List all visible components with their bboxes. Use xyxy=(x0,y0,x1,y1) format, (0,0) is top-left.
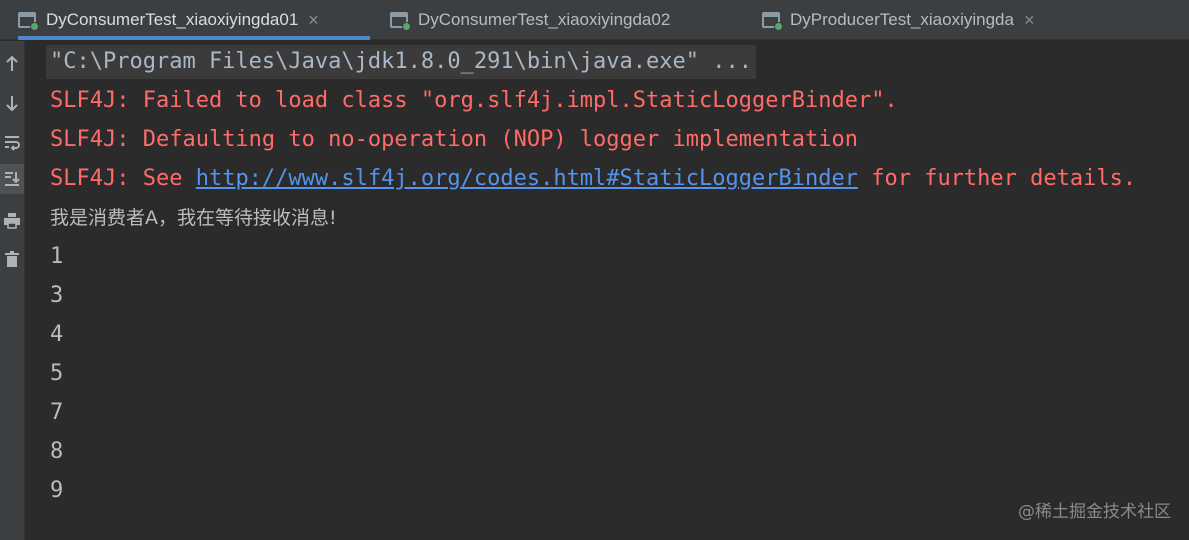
error-text: for further details. xyxy=(857,166,1137,191)
scroll-to-end-icon[interactable] xyxy=(0,164,24,194)
run-console-icon xyxy=(18,12,39,31)
output-number: 5 xyxy=(50,361,64,386)
tab-label: DyProducerTest_xiaoxiyingda xyxy=(790,10,1014,29)
output-number: 9 xyxy=(50,478,64,503)
close-icon[interactable]: × xyxy=(308,11,319,29)
run-console-icon xyxy=(762,12,783,31)
tab-label: DyConsumerTest_xiaoxiyingda02 xyxy=(418,10,671,29)
command-line: "C:\Program Files\Java\jdk1.8.0_291\bin\… xyxy=(46,45,756,79)
arrow-up-icon[interactable] xyxy=(0,49,24,79)
soft-wrap-icon[interactable] xyxy=(0,127,24,157)
print-icon[interactable] xyxy=(0,205,24,235)
tab-bar: DyConsumerTest_xiaoxiyingda01 × DyConsum… xyxy=(0,0,1189,40)
tab-label: DyConsumerTest_xiaoxiyingda01 xyxy=(46,10,299,29)
output-number: 8 xyxy=(50,439,64,464)
console-output[interactable]: "C:\Program Files\Java\jdk1.8.0_291\bin\… xyxy=(28,41,1189,540)
output-number: 7 xyxy=(50,400,64,425)
watermark: @稀土掘金技术社区 xyxy=(1018,502,1171,522)
arrow-down-icon[interactable] xyxy=(0,88,24,118)
error-line: SLF4J: Failed to load class "org.slf4j.i… xyxy=(50,88,898,113)
tab-dyconsumer-01[interactable]: DyConsumerTest_xiaoxiyingda01 × xyxy=(18,0,370,40)
trash-icon[interactable] xyxy=(0,244,24,274)
output-number: 4 xyxy=(50,322,64,347)
console-toolbar xyxy=(0,41,25,540)
close-icon[interactable]: × xyxy=(1024,11,1035,29)
run-console-icon xyxy=(390,12,411,31)
error-line: SLF4J: Defaulting to no-operation (NOP) … xyxy=(50,127,858,152)
output-number: 3 xyxy=(50,283,64,308)
output-message: 我是消费者A，我在等待接收消息! xyxy=(50,207,337,229)
output-number: 1 xyxy=(50,244,64,269)
error-text: SLF4J: See xyxy=(50,166,196,191)
error-line: SLF4J: See http://www.slf4j.org/codes.ht… xyxy=(50,162,1136,196)
slf4j-link[interactable]: http://www.slf4j.org/codes.html#StaticLo… xyxy=(196,166,858,191)
tab-dyproducer[interactable]: DyProducerTest_xiaoxiyingda × xyxy=(762,0,1082,40)
tab-dyconsumer-02[interactable]: DyConsumerTest_xiaoxiyingda02 xyxy=(390,0,720,40)
